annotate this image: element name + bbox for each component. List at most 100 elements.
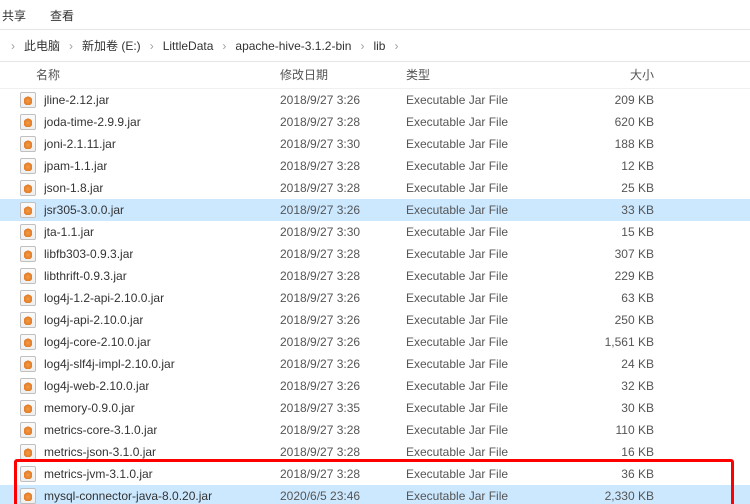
cell-name: log4j-slf4j-impl-2.10.0.jar (0, 353, 280, 375)
jar-file-icon (20, 378, 36, 394)
cell-name: json-1.8.jar (0, 177, 280, 199)
file-name: jta-1.1.jar (44, 221, 94, 243)
cell-name: joda-time-2.9.9.jar (0, 111, 280, 133)
cell-size: 63 KB (570, 287, 710, 309)
cell-size: 2,330 KB (570, 485, 710, 504)
cell-date: 2018/9/27 3:26 (280, 89, 406, 111)
table-row[interactable]: jta-1.1.jar 2018/9/27 3:30Executable Jar … (0, 221, 750, 243)
table-row[interactable]: log4j-core-2.10.0.jar2018/9/27 3:26Execu… (0, 331, 750, 353)
cell-type: Executable Jar File (406, 221, 570, 243)
cell-name: log4j-web-2.10.0.jar (0, 375, 280, 397)
table-row[interactable]: mysql-connector-java-8.0.20.jar2020/6/5 … (0, 485, 750, 504)
chevron-right-icon: › (217, 39, 231, 53)
table-row[interactable]: joni-2.1.11.jar2018/9/27 3:30Executable … (0, 133, 750, 155)
breadcrumb-item[interactable]: 此电脑 (20, 37, 64, 54)
table-row[interactable]: jline-2.12.jar2018/9/27 3:26Executable J… (0, 89, 750, 111)
jar-file-icon (20, 136, 36, 152)
cell-type: Executable Jar File (406, 397, 570, 419)
breadcrumb-item[interactable]: lib (369, 39, 389, 53)
table-row[interactable]: metrics-jvm-3.1.0.jar2018/9/27 3:28Execu… (0, 463, 750, 485)
cell-date: 2018/9/27 3:30 (280, 133, 406, 155)
jar-file-icon (20, 488, 36, 504)
cell-type: Executable Jar File (406, 485, 570, 504)
cell-size: 209 KB (570, 89, 710, 111)
jar-file-icon (20, 400, 36, 416)
header-date[interactable]: 修改日期 (280, 66, 406, 83)
cell-date: 2018/9/27 3:26 (280, 287, 406, 309)
file-name: jpam-1.1.jar (44, 155, 107, 177)
table-row[interactable]: jpam-1.1.jar 2018/9/27 3:28Executable Jar… (0, 155, 750, 177)
header-size[interactable]: 大小 (570, 66, 710, 83)
jar-file-icon (20, 356, 36, 372)
cell-name: memory-0.9.0.jar (0, 397, 280, 419)
cell-date: 2018/9/27 3:30 (280, 221, 406, 243)
cell-name: jpam-1.1.jar (0, 155, 280, 177)
cell-date: 2018/9/27 3:26 (280, 199, 406, 221)
table-row[interactable]: log4j-slf4j-impl-2.10.0.jar2018/9/27 3:2… (0, 353, 750, 375)
toolbar-view[interactable]: 查看 (50, 7, 74, 24)
table-row[interactable]: metrics-core-3.1.0.jar 2018/9/27 3:28Exec… (0, 419, 750, 441)
cell-date: 2020/6/5 23:46 (280, 485, 406, 504)
header-type[interactable]: 类型 (406, 66, 570, 83)
cell-date: 2018/9/27 3:26 (280, 353, 406, 375)
breadcrumb-item[interactable]: apache-hive-3.1.2-bin (231, 39, 355, 53)
table-row[interactable]: log4j-api-2.10.0.jar2018/9/27 3:26Execut… (0, 309, 750, 331)
file-name: memory-0.9.0.jar (44, 397, 135, 419)
table-row[interactable]: libthrift-0.9.3.jar2018/9/27 3:28Executa… (0, 265, 750, 287)
cell-size: 36 KB (570, 463, 710, 485)
toolbar-share[interactable]: 共享 (2, 7, 26, 24)
cell-size: 16 KB (570, 441, 710, 463)
cell-size: 1,561 KB (570, 331, 710, 353)
table-row[interactable]: jsr305-3.0.0.jar2018/9/27 3:26Executable… (0, 199, 750, 221)
cell-size: 33 KB (570, 199, 710, 221)
chevron-right-icon: › (6, 39, 20, 53)
jar-file-icon (20, 290, 36, 306)
cell-type: Executable Jar File (406, 155, 570, 177)
cell-name: libthrift-0.9.3.jar (0, 265, 280, 287)
file-name: log4j-api-2.10.0.jar (44, 309, 143, 331)
cell-name: libfb303-0.9.3.jar (0, 243, 280, 265)
table-row[interactable]: metrics-json-3.1.0.jar2018/9/27 3:28Exec… (0, 441, 750, 463)
table-row[interactable]: log4j-web-2.10.0.jar2018/9/27 3:26Execut… (0, 375, 750, 397)
cell-name: jsr305-3.0.0.jar (0, 199, 280, 221)
file-name: joda-time-2.9.9.jar (44, 111, 141, 133)
cell-type: Executable Jar File (406, 133, 570, 155)
file-list-wrap: jline-2.12.jar2018/9/27 3:26Executable J… (0, 89, 750, 504)
file-name: metrics-core-3.1.0.jar (44, 419, 157, 441)
cell-size: 24 KB (570, 353, 710, 375)
cell-size: 188 KB (570, 133, 710, 155)
cell-date: 2018/9/27 3:35 (280, 397, 406, 419)
cell-type: Executable Jar File (406, 243, 570, 265)
cell-type: Executable Jar File (406, 199, 570, 221)
table-row[interactable]: json-1.8.jar2018/9/27 3:28Executable Jar… (0, 177, 750, 199)
cell-date: 2018/9/27 3:28 (280, 155, 406, 177)
file-name: metrics-json-3.1.0.jar (44, 441, 156, 463)
cell-name: metrics-jvm-3.1.0.jar (0, 463, 280, 485)
breadcrumb[interactable]: ›此电脑›新加卷 (E:)›LittleData›apache-hive-3.1… (0, 30, 750, 62)
header-name[interactable]: 名称 (0, 66, 280, 83)
table-row[interactable]: libfb303-0.9.3.jar2018/9/27 3:28Executab… (0, 243, 750, 265)
cell-date: 2018/9/27 3:28 (280, 463, 406, 485)
table-row[interactable]: memory-0.9.0.jar 2018/9/27 3:35Executable… (0, 397, 750, 419)
cell-name: metrics-json-3.1.0.jar (0, 441, 280, 463)
cell-size: 32 KB (570, 375, 710, 397)
cell-date: 2018/9/27 3:28 (280, 419, 406, 441)
breadcrumb-item[interactable]: LittleData (159, 39, 218, 53)
chevron-right-icon: › (64, 39, 78, 53)
jar-file-icon (20, 158, 36, 174)
cell-type: Executable Jar File (406, 353, 570, 375)
cell-date: 2018/9/27 3:28 (280, 243, 406, 265)
cell-type: Executable Jar File (406, 441, 570, 463)
cell-size: 12 KB (570, 155, 710, 177)
table-row[interactable]: log4j-1.2-api-2.10.0.jar2018/9/27 3:26Ex… (0, 287, 750, 309)
jar-file-icon (20, 114, 36, 130)
jar-file-icon (20, 202, 36, 218)
breadcrumb-item[interactable]: 新加卷 (E:) (78, 37, 145, 54)
cell-size: 110 KB (570, 419, 710, 441)
jar-file-icon (20, 224, 36, 240)
table-row[interactable]: joda-time-2.9.9.jar2018/9/27 3:28Executa… (0, 111, 750, 133)
file-name: jline-2.12.jar (44, 89, 109, 111)
chevron-right-icon: › (355, 39, 369, 53)
cell-type: Executable Jar File (406, 419, 570, 441)
cell-name: log4j-1.2-api-2.10.0.jar (0, 287, 280, 309)
